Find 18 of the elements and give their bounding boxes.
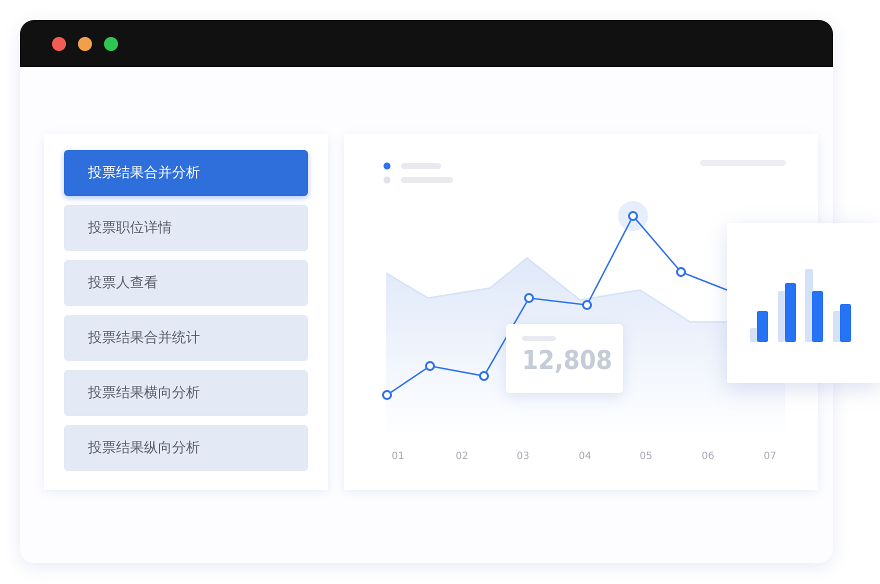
close-button[interactable] (52, 36, 66, 50)
menu-item[interactable]: 投票结果纵向分析 (64, 425, 308, 471)
axis-label: 07 (764, 451, 776, 462)
axis-label: 03 (516, 451, 530, 462)
menu-item[interactable]: 投票人查看 (64, 260, 308, 306)
axis-label: 02 (456, 451, 468, 462)
menu-item[interactable]: 投票结果合并分析 (64, 150, 308, 196)
axis-label: 04 (578, 451, 592, 462)
legend-dot-icon (384, 176, 390, 184)
menu-item[interactable]: 投票职位详情 (64, 205, 308, 251)
minimize-button[interactable] (78, 36, 92, 50)
menu-item[interactable]: 投票结果合并统计 (64, 315, 308, 361)
axis-label: 01 (392, 451, 404, 462)
legend-dot-icon (384, 162, 390, 170)
axis-label: 06 (702, 451, 714, 462)
maximize-button[interactable] (104, 36, 118, 50)
menu-item[interactable]: 投票结果横向分析 (64, 370, 308, 416)
axis-label: 05 (640, 451, 652, 462)
